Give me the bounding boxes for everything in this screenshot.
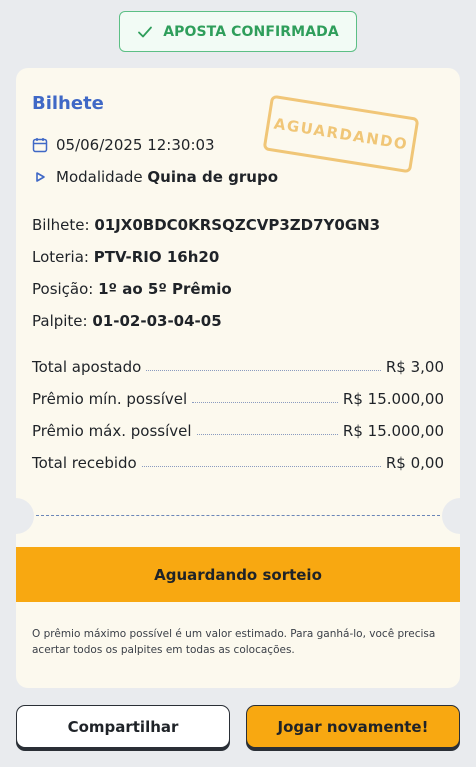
summary-label: Prêmio máx. possível [32,422,192,440]
ticket-id-row: Bilhete: 01JX0BDC0KRSQZCVP3ZD7Y0GN3 [32,216,380,234]
min-prize-row: Prêmio mín. possível R$ 15.000,00 [32,390,444,408]
modality-row: Modalidade Quina de grupo [32,168,278,186]
summary-value: R$ 3,00 [385,358,444,376]
ticket-title: Bilhete [32,93,104,114]
guess-row: Palpite: 01-02-03-04-05 [32,312,222,330]
summary-label: Total apostado [32,358,142,376]
detail-label: Posição: [32,280,94,298]
summary-value: R$ 15.000,00 [342,390,444,408]
position-row: Posição: 1º ao 5º Prêmio [32,280,232,298]
datetime-row: 05/06/2025 12:30:03 [32,136,215,154]
total-bet-row: Total apostado R$ 3,00 [32,358,444,376]
dotted-leader [146,369,381,371]
detail-label: Palpite: [32,312,88,330]
ticket-notch-left [16,498,34,534]
draw-status-bar: Aguardando sorteio [16,547,460,602]
total-received-row: Total recebido R$ 0,00 [32,454,444,472]
bet-datetime: 05/06/2025 12:30:03 [56,136,215,154]
badge-label: APOSTA CONFIRMADA [163,23,339,40]
ticket-card: Bilhete AGUARDANDO 05/06/2025 12:30:03 M… [16,68,460,688]
dotted-leader [192,401,338,403]
status-stamp: AGUARDANDO [262,94,420,174]
prize-disclaimer: O prêmio máximo possível é um valor esti… [32,628,436,656]
detail-label: Loteria: [32,248,89,266]
summary-label: Prêmio mín. possível [32,390,188,408]
summary-label: Total recebido [32,454,137,472]
perforation-line [36,515,440,516]
modality-label: Modalidade [56,168,143,186]
calendar-icon [32,138,48,153]
modality-value: Quina de grupo [147,168,279,186]
share-button[interactable]: Compartilhar [16,705,230,748]
play-triangle-icon [36,172,45,182]
summary-value: R$ 15.000,00 [342,422,444,440]
ticket-id: 01JX0BDC0KRSQZCVP3ZD7Y0GN3 [94,216,381,234]
position-value: 1º ao 5º Prêmio [98,280,232,298]
detail-label: Bilhete: [32,216,90,234]
dotted-leader [196,433,338,435]
lottery-row: Loteria: PTV-RIO 16h20 [32,248,219,266]
play-again-button[interactable]: Jogar novamente! [246,705,460,748]
summary-value: R$ 0,00 [385,454,444,472]
bet-confirmed-badge: APOSTA CONFIRMADA [119,11,357,52]
check-icon [138,26,153,37]
dotted-leader [141,465,381,467]
ticket-notch-right [442,498,460,534]
lottery-value: PTV-RIO 16h20 [93,248,220,266]
draw-status-text: Aguardando sorteio [154,565,322,584]
max-prize-row: Prêmio máx. possível R$ 15.000,00 [32,422,444,440]
guess-value: 01-02-03-04-05 [92,312,222,330]
